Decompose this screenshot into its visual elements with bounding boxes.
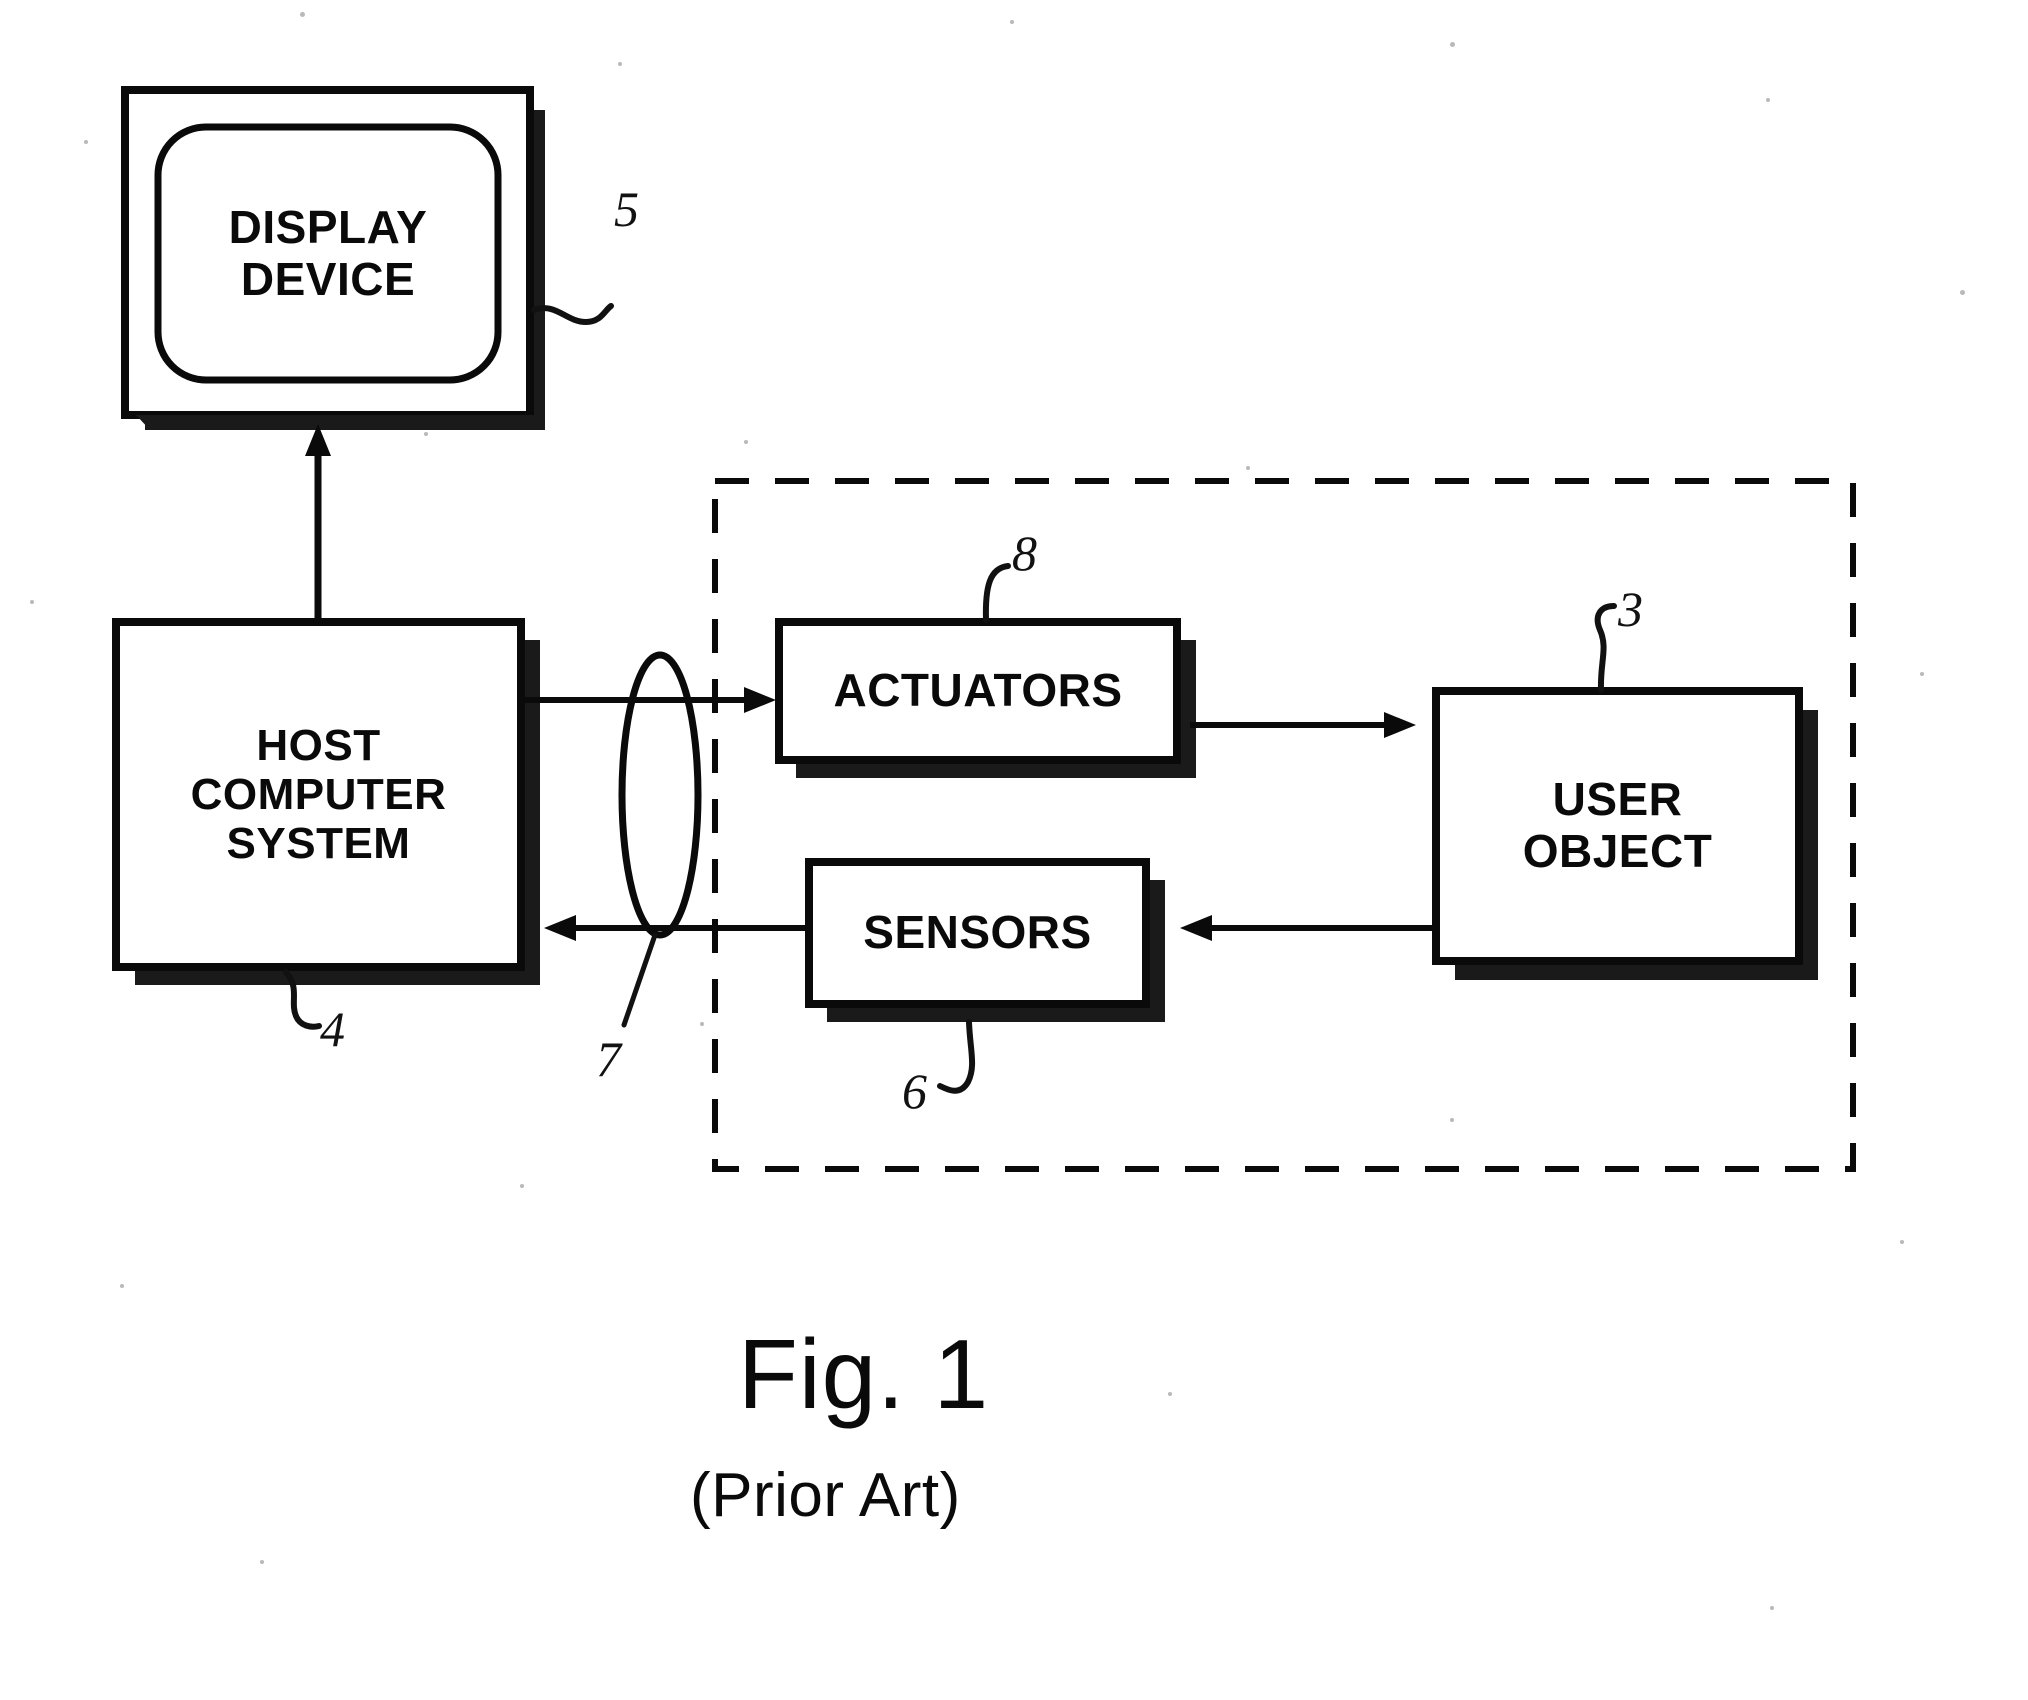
figure-drawing (112, 86, 1856, 1172)
ref-numeral-3: 3 (1618, 581, 1643, 637)
user-object-box (1432, 687, 1803, 965)
ref-numeral-6: 6 (902, 1063, 927, 1119)
display-device-base (136, 415, 538, 430)
ref-leader-6 (937, 1019, 976, 1094)
ref-leader-5 (531, 303, 614, 326)
arrowhead-user-object-to-sensors (1180, 915, 1212, 941)
ref-numeral-4: 4 (320, 1001, 345, 1057)
ref-leader-8 (982, 563, 1011, 623)
display-device-screen (154, 123, 502, 384)
patent-figure: DISPLAY DEVICE HOST COMPUTER SYSTEM ACTU… (0, 0, 2028, 1700)
ref-numeral-8: 8 (1012, 525, 1037, 581)
ref-leader-7 (621, 932, 658, 1028)
arrowhead-host-to-actuators (744, 687, 776, 713)
ref-leader-3 (1594, 603, 1617, 693)
sensors-box (805, 858, 1150, 1008)
host-computer-system-box (112, 618, 525, 971)
ref-numeral-5: 5 (614, 181, 639, 237)
figure-caption-subtitle: (Prior Art) (690, 1461, 961, 1530)
ref-numeral-7: 7 (596, 1031, 621, 1087)
actuators-box (775, 618, 1181, 764)
figure-caption-main: Fig. 1 (738, 1319, 990, 1429)
arrowhead-actuators-to-user-object (1384, 712, 1416, 738)
arrowhead-sensors-to-host (544, 915, 576, 941)
